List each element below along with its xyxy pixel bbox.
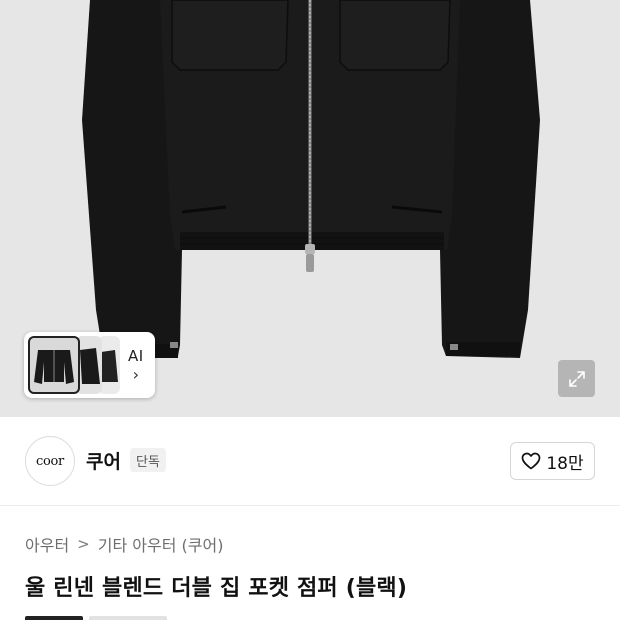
jacket-thumbnail-icon: [34, 350, 74, 384]
ai-label: AI: [128, 347, 144, 365]
ai-similar-items-card[interactable]: AI ›: [24, 332, 155, 398]
breadcrumb-separator-icon: >: [77, 535, 90, 553]
breadcrumb-item-outer[interactable]: 아우터: [25, 532, 69, 556]
heart-outline-icon: [522, 452, 541, 470]
like-button[interactable]: 18만: [510, 442, 595, 480]
like-count: 18만: [546, 453, 584, 474]
product-image-viewer[interactable]: AI ›: [0, 0, 620, 417]
option-chips-cutoff: [25, 616, 195, 620]
product-detail-page: AI › coor 쿠어 단독 18만 아우터 > 기타 아우터 (쿠어) 울 …: [0, 0, 620, 620]
option-chip[interactable]: [89, 616, 167, 620]
product-title: 울 린넨 블렌드 더블 집 포켓 점퍼 (블랙): [25, 576, 408, 601]
exclusive-badge: 단독: [130, 448, 166, 472]
breadcrumb: 아우터 > 기타 아우터 (쿠어): [25, 532, 223, 556]
expand-image-button[interactable]: [558, 360, 595, 397]
expand-icon: [568, 370, 585, 387]
ai-link[interactable]: AI ›: [128, 347, 144, 383]
brand-name-link[interactable]: 쿠어: [86, 447, 121, 474]
option-chip[interactable]: [25, 616, 83, 620]
breadcrumb-item-other-outer[interactable]: 기타 아우터 (쿠어): [98, 532, 224, 556]
thumbnail-stack: [28, 336, 120, 394]
brand-row: coor 쿠어 단독 18만: [0, 417, 620, 506]
brand-logo[interactable]: coor: [25, 436, 75, 486]
chevron-right-icon: ›: [132, 365, 140, 384]
thumbnail-1: [28, 336, 80, 394]
